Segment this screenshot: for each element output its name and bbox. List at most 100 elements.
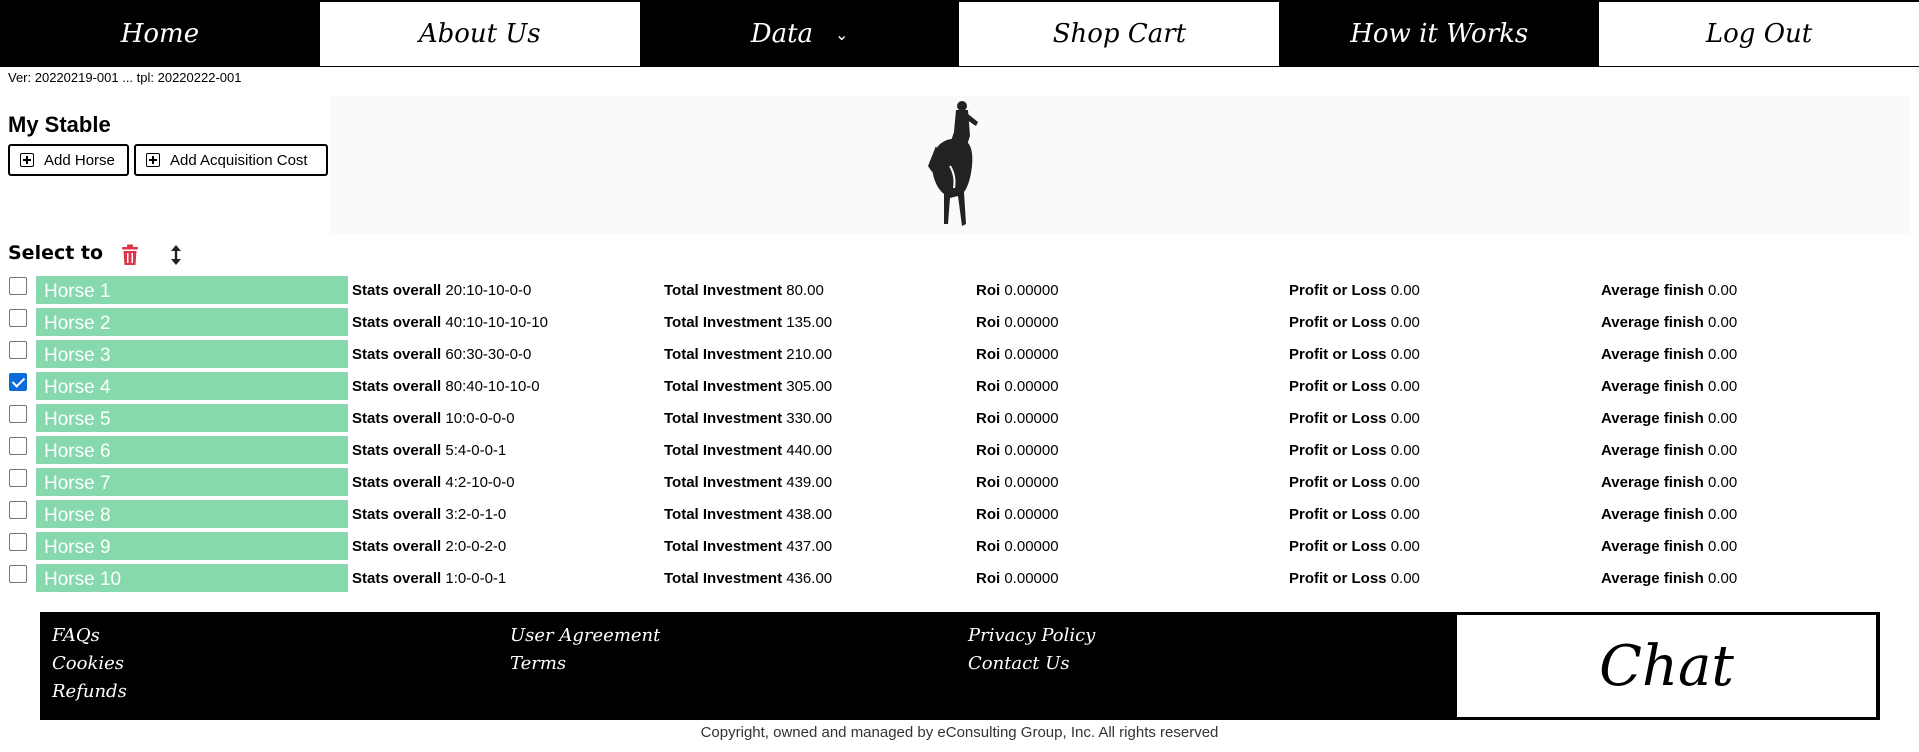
- nav-log-out[interactable]: Log Out: [1599, 2, 1919, 66]
- stats-value: 40:10-10-10-10: [445, 314, 548, 331]
- investment-label: Total Investment: [664, 570, 783, 587]
- pl-value: 0.00: [1390, 570, 1420, 587]
- total-investment: Total Investment 440.00: [664, 442, 832, 459]
- stats-value: 4:2-10-0-0: [445, 474, 515, 491]
- roi: Roi 0.00000: [976, 538, 1059, 555]
- roi: Roi 0.00000: [976, 474, 1059, 491]
- nav-home[interactable]: Home: [0, 2, 320, 66]
- sort-arrows-icon[interactable]: [168, 244, 184, 266]
- nav-how-it-works[interactable]: How it Works: [1279, 2, 1600, 66]
- nav-shop-cart[interactable]: Shop Cart: [959, 2, 1280, 66]
- horse-select-checkbox[interactable]: [9, 533, 27, 551]
- pl-label: Profit or Loss: [1289, 410, 1387, 427]
- horse-select-checkbox[interactable]: [9, 405, 27, 423]
- total-investment: Total Investment 436.00: [664, 570, 832, 587]
- stats-value: 1:0-0-0-1: [445, 570, 507, 587]
- avg-label: Average finish: [1601, 378, 1704, 395]
- horse-row: Horse 8 Stats overall 3:2-0-1-0 Total Inve…: [0, 500, 1919, 532]
- roi-label: Roi: [976, 442, 1001, 459]
- stats-label: Stats overall: [352, 410, 442, 427]
- stats-overall: Stats overall 60:30-30-0-0: [352, 346, 531, 363]
- horse-select-checkbox[interactable]: [9, 437, 27, 455]
- horse-select-checkbox[interactable]: [9, 277, 27, 295]
- investment-value: 436.00: [786, 570, 833, 587]
- horse-select-checkbox[interactable]: [9, 373, 27, 391]
- plus-square-icon: [146, 153, 160, 167]
- horse-row: Horse 6 Stats overall 5:4-0-0-1 Total Inve…: [0, 436, 1919, 468]
- horse-name[interactable]: Horse 10: [36, 564, 348, 592]
- profit-or-loss: Profit or Loss 0.00: [1289, 410, 1420, 427]
- pl-label: Profit or Loss: [1289, 346, 1387, 363]
- pl-value: 0.00: [1390, 538, 1420, 555]
- stats-overall: Stats overall 10:0-0-0-0: [352, 410, 515, 427]
- horse-name[interactable]: Horse 6: [36, 436, 348, 464]
- horse-select-checkbox[interactable]: [9, 501, 27, 519]
- profit-or-loss: Profit or Loss 0.00: [1289, 282, 1420, 299]
- investment-value: 438.00: [786, 506, 833, 523]
- horse-select-checkbox[interactable]: [9, 309, 27, 327]
- avg-label: Average finish: [1601, 506, 1704, 523]
- chat-button[interactable]: Chat: [1457, 615, 1876, 717]
- roi-label: Roi: [976, 410, 1001, 427]
- pl-label: Profit or Loss: [1289, 442, 1387, 459]
- total-investment: Total Investment 439.00: [664, 474, 832, 491]
- stats-value: 60:30-30-0-0: [445, 346, 532, 363]
- avg-label: Average finish: [1601, 346, 1704, 363]
- horse-name[interactable]: Horse 5: [36, 404, 348, 432]
- roi: Roi 0.00000: [976, 346, 1059, 363]
- horse-row: Horse 9 Stats overall 2:0-0-2-0 Total Inve…: [0, 532, 1919, 564]
- pl-label: Profit or Loss: [1289, 378, 1387, 395]
- horse-name[interactable]: Horse 8: [36, 500, 348, 528]
- nav-about[interactable]: About Us: [319, 2, 640, 66]
- horse-row: Horse 3 Stats overall 60:30-30-0-0 Total I…: [0, 340, 1919, 372]
- roi-label: Roi: [976, 506, 1001, 523]
- roi-label: Roi: [976, 570, 1001, 587]
- copyright-text: Copyright, owned and managed by eConsult…: [700, 724, 1219, 741]
- profit-or-loss: Profit or Loss 0.00: [1289, 346, 1420, 363]
- horse-name[interactable]: Horse 7: [36, 468, 348, 496]
- nav-data-dropdown[interactable]: Data ⌄: [639, 2, 960, 66]
- horse-name[interactable]: Horse 1: [36, 276, 348, 304]
- total-investment: Total Investment 135.00: [664, 314, 832, 331]
- total-investment: Total Investment 438.00: [664, 506, 832, 523]
- total-investment: Total Investment 80.00: [664, 282, 824, 299]
- profit-or-loss: Profit or Loss 0.00: [1289, 538, 1420, 555]
- pl-value: 0.00: [1390, 506, 1420, 523]
- avg-value: 0.00: [1707, 282, 1738, 299]
- investment-value: 305.00: [786, 378, 833, 395]
- footer-link-user-agreement[interactable]: User Agreement: [510, 625, 660, 646]
- horse-name[interactable]: Horse 2: [36, 308, 348, 336]
- profit-or-loss: Profit or Loss 0.00: [1289, 570, 1420, 587]
- investment-label: Total Investment: [664, 410, 783, 427]
- footer-link-privacy-policy[interactable]: Privacy Policy: [968, 625, 1095, 646]
- avg-value: 0.00: [1707, 506, 1738, 523]
- footer-link-terms[interactable]: Terms: [510, 653, 566, 674]
- horse-select-checkbox[interactable]: [9, 565, 27, 583]
- horse-name[interactable]: Horse 9: [36, 532, 348, 560]
- trash-icon[interactable]: [120, 244, 140, 266]
- roi: Roi 0.00000: [976, 314, 1059, 331]
- footer-link-contact-us[interactable]: Contact Us: [968, 653, 1070, 674]
- horse-name[interactable]: Horse 3: [36, 340, 348, 368]
- stats-value: 5:4-0-0-1: [445, 442, 507, 459]
- roi-label: Roi: [976, 474, 1001, 491]
- stats-overall: Stats overall 80:40-10-10-0: [352, 378, 540, 395]
- nav-how-label: How it Works: [1350, 19, 1529, 49]
- footer-link-cookies[interactable]: Cookies: [52, 653, 124, 674]
- stats-value: 2:0-0-2-0: [445, 538, 507, 555]
- horse-name[interactable]: Horse 4: [36, 372, 348, 400]
- footer-link-refunds[interactable]: Refunds: [52, 681, 127, 702]
- investment-value: 135.00: [786, 314, 833, 331]
- horse-select-checkbox[interactable]: [9, 341, 27, 359]
- add-horse-button[interactable]: Add Horse: [8, 144, 129, 176]
- footer-link-faqs[interactable]: FAQs: [52, 625, 100, 646]
- stats-label: Stats overall: [352, 314, 442, 331]
- stats-value: 3:2-0-1-0: [445, 506, 507, 523]
- nav-data-label: Data: [750, 19, 814, 49]
- profit-or-loss: Profit or Loss 0.00: [1289, 506, 1420, 523]
- roi-value: 0.00000: [1004, 346, 1059, 363]
- horse-select-checkbox[interactable]: [9, 469, 27, 487]
- investment-value: 80.00: [786, 282, 824, 299]
- profit-or-loss: Profit or Loss 0.00: [1289, 442, 1420, 459]
- add-acquisition-cost-button[interactable]: Add Acquisition Cost: [134, 144, 328, 176]
